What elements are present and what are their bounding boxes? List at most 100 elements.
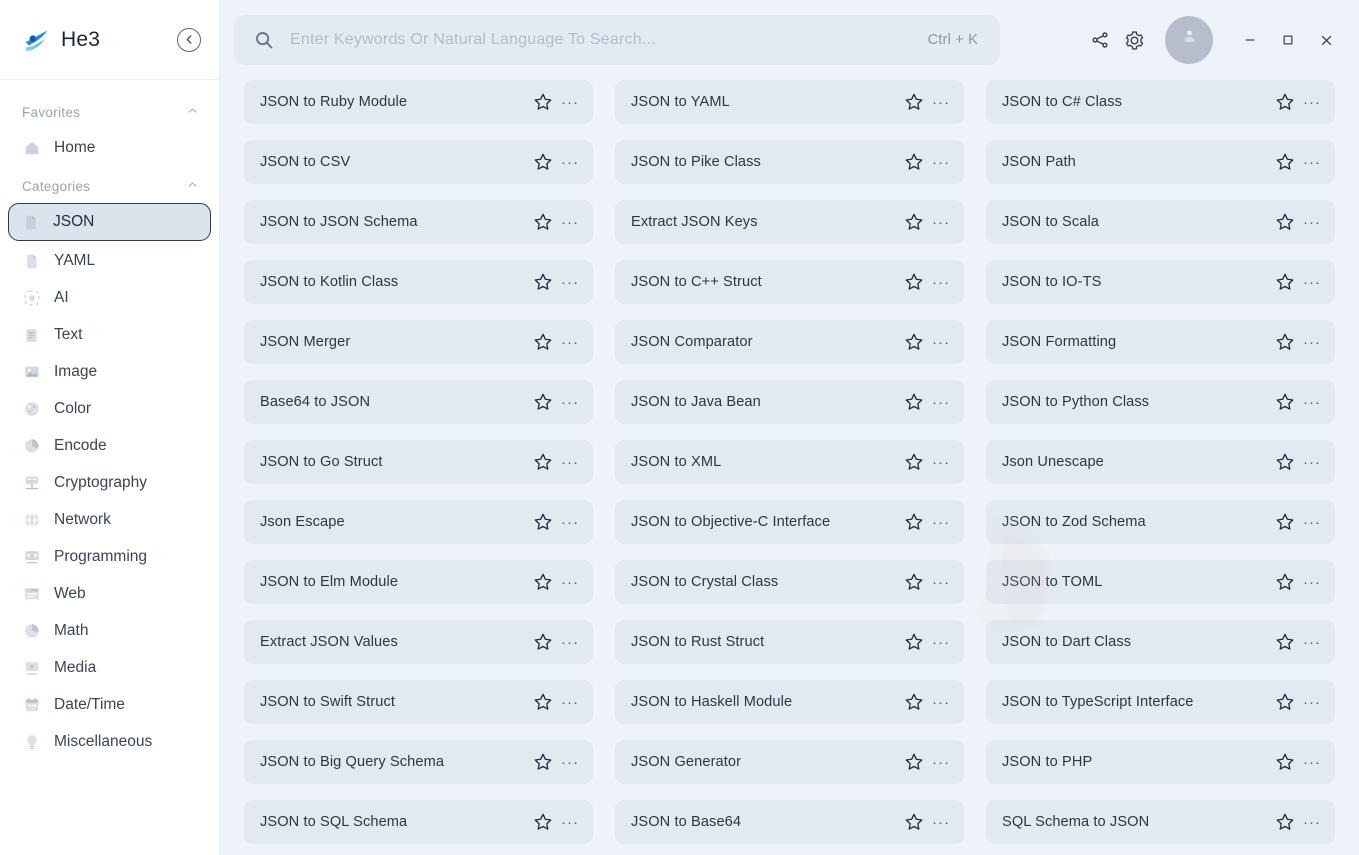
tool-card[interactable]: JSON to IO-TS ···: [986, 260, 1335, 304]
star-outline-icon[interactable]: [904, 752, 924, 772]
more-horizontal-icon[interactable]: ···: [932, 92, 950, 112]
star-outline-icon[interactable]: [904, 572, 924, 592]
tool-card[interactable]: JSON to Kotlin Class ···: [244, 260, 593, 304]
sidebar-item-programming[interactable]: Programming: [10, 540, 209, 574]
more-horizontal-icon[interactable]: ···: [932, 152, 950, 172]
search-input[interactable]: Enter Keywords Or Natural Language To Se…: [290, 31, 928, 49]
star-outline-icon[interactable]: [1275, 332, 1295, 352]
star-outline-icon[interactable]: [904, 512, 924, 532]
tool-card[interactable]: JSON to TypeScript Interface ···: [986, 680, 1335, 724]
more-horizontal-icon[interactable]: ···: [932, 572, 950, 592]
share-button[interactable]: [1083, 23, 1117, 57]
more-horizontal-icon[interactable]: ···: [932, 332, 950, 352]
sidebar-group-favorites-header[interactable]: Favorites: [0, 94, 219, 128]
tool-card[interactable]: JSON to Crystal Class ···: [615, 560, 964, 604]
more-horizontal-icon[interactable]: ···: [1303, 572, 1321, 592]
more-horizontal-icon[interactable]: ···: [932, 392, 950, 412]
sidebar-item-math[interactable]: Math: [10, 614, 209, 648]
avatar[interactable]: [1165, 16, 1213, 64]
star-outline-icon[interactable]: [533, 212, 553, 232]
star-outline-icon[interactable]: [904, 812, 924, 832]
more-horizontal-icon[interactable]: ···: [561, 272, 579, 292]
tool-card[interactable]: Base64 to JSON ···: [244, 380, 593, 424]
star-outline-icon[interactable]: [533, 392, 553, 412]
chevron-up-icon[interactable]: [186, 104, 199, 120]
more-horizontal-icon[interactable]: ···: [561, 152, 579, 172]
more-horizontal-icon[interactable]: ···: [561, 332, 579, 352]
tool-card[interactable]: JSON to JSON Schema ···: [244, 200, 593, 244]
star-outline-icon[interactable]: [1275, 812, 1295, 832]
star-outline-icon[interactable]: [1275, 512, 1295, 532]
tool-card[interactable]: JSON Merger ···: [244, 320, 593, 364]
tool-card[interactable]: JSON Generator ···: [615, 740, 964, 784]
star-outline-icon[interactable]: [904, 212, 924, 232]
star-outline-icon[interactable]: [904, 272, 924, 292]
tool-card[interactable]: JSON to Scala ···: [986, 200, 1335, 244]
tool-card[interactable]: JSON to Swift Struct ···: [244, 680, 593, 724]
star-outline-icon[interactable]: [904, 92, 924, 112]
tool-card[interactable]: Json Escape ···: [244, 500, 593, 544]
tool-card[interactable]: JSON to PHP ···: [986, 740, 1335, 784]
star-outline-icon[interactable]: [533, 512, 553, 532]
search-bar[interactable]: Enter Keywords Or Natural Language To Se…: [234, 15, 1000, 65]
tool-card[interactable]: JSON to TOML ···: [986, 560, 1335, 604]
star-outline-icon[interactable]: [1275, 572, 1295, 592]
more-horizontal-icon[interactable]: ···: [561, 452, 579, 472]
more-horizontal-icon[interactable]: ···: [1303, 812, 1321, 832]
chevron-up-icon[interactable]: [186, 178, 199, 194]
sidebar-item-color[interactable]: Color: [10, 392, 209, 426]
more-horizontal-icon[interactable]: ···: [561, 572, 579, 592]
sidebar-item-text[interactable]: Text: [10, 318, 209, 352]
tool-card[interactable]: JSON to Python Class ···: [986, 380, 1335, 424]
star-outline-icon[interactable]: [1275, 632, 1295, 652]
sidebar-item-ai[interactable]: AI: [10, 281, 209, 315]
tool-card[interactable]: JSON to Objective-C Interface ···: [615, 500, 964, 544]
tool-card[interactable]: JSON Comparator ···: [615, 320, 964, 364]
more-horizontal-icon[interactable]: ···: [1303, 752, 1321, 772]
star-outline-icon[interactable]: [1275, 392, 1295, 412]
star-outline-icon[interactable]: [904, 332, 924, 352]
sidebar-item-home[interactable]: Home: [10, 131, 209, 165]
star-outline-icon[interactable]: [904, 692, 924, 712]
more-horizontal-icon[interactable]: ···: [932, 812, 950, 832]
tool-card[interactable]: JSON to Rust Struct ···: [615, 620, 964, 664]
tool-card[interactable]: JSON Formatting ···: [986, 320, 1335, 364]
star-outline-icon[interactable]: [533, 752, 553, 772]
more-horizontal-icon[interactable]: ···: [1303, 152, 1321, 172]
sidebar-item-media[interactable]: Media: [10, 651, 209, 685]
more-horizontal-icon[interactable]: ···: [561, 92, 579, 112]
star-outline-icon[interactable]: [1275, 272, 1295, 292]
more-horizontal-icon[interactable]: ···: [1303, 452, 1321, 472]
tool-card[interactable]: JSON to Big Query Schema ···: [244, 740, 593, 784]
star-outline-icon[interactable]: [533, 272, 553, 292]
more-horizontal-icon[interactable]: ···: [1303, 512, 1321, 532]
star-outline-icon[interactable]: [533, 692, 553, 712]
star-outline-icon[interactable]: [904, 632, 924, 652]
sidebar-item-network[interactable]: Network: [10, 503, 209, 537]
close-button[interactable]: [1311, 25, 1341, 55]
tool-card[interactable]: JSON to Elm Module ···: [244, 560, 593, 604]
sidebar-item-date-time[interactable]: Date/Time: [10, 688, 209, 722]
tool-card[interactable]: JSON to Ruby Module ···: [244, 80, 593, 124]
tool-card[interactable]: JSON to YAML ···: [615, 80, 964, 124]
star-outline-icon[interactable]: [1275, 212, 1295, 232]
tool-card[interactable]: SQL Schema to JSON ···: [986, 800, 1335, 844]
more-horizontal-icon[interactable]: ···: [561, 512, 579, 532]
star-outline-icon[interactable]: [533, 152, 553, 172]
tool-card[interactable]: JSON to Zod Schema ···: [986, 500, 1335, 544]
tool-card[interactable]: JSON to XML ···: [615, 440, 964, 484]
more-horizontal-icon[interactable]: ···: [1303, 332, 1321, 352]
sidebar-group-categories-header[interactable]: Categories: [0, 168, 219, 202]
more-horizontal-icon[interactable]: ···: [561, 212, 579, 232]
more-horizontal-icon[interactable]: ···: [1303, 392, 1321, 412]
star-outline-icon[interactable]: [533, 92, 553, 112]
tool-card[interactable]: JSON to C++ Struct ···: [615, 260, 964, 304]
tool-card[interactable]: JSON to Java Bean ···: [615, 380, 964, 424]
sidebar-item-encode[interactable]: Encode: [10, 429, 209, 463]
star-outline-icon[interactable]: [1275, 452, 1295, 472]
tool-card[interactable]: JSON to CSV ···: [244, 140, 593, 184]
sidebar-item-image[interactable]: Image: [10, 355, 209, 389]
sidebar-item-cryptography[interactable]: Cryptography: [10, 466, 209, 500]
more-horizontal-icon[interactable]: ···: [932, 692, 950, 712]
star-outline-icon[interactable]: [1275, 92, 1295, 112]
